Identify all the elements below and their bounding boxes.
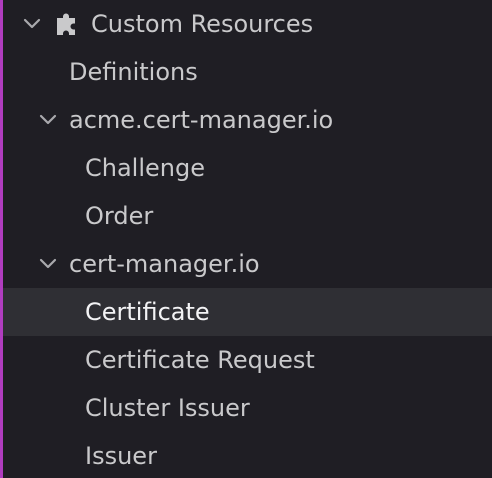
chevron-down-icon[interactable] <box>37 253 59 275</box>
tree-item-label: Definitions <box>69 58 198 86</box>
tree-item-custom-resources[interactable]: Custom Resources <box>3 0 492 48</box>
tree-item-order[interactable]: Order <box>3 192 492 240</box>
tree-item-definitions[interactable]: Definitions <box>3 48 492 96</box>
tree-item-cluster-issuer[interactable]: Cluster Issuer <box>3 384 492 432</box>
tree-item-challenge[interactable]: Challenge <box>3 144 492 192</box>
tree-item-label: Certificate Request <box>85 346 315 374</box>
tree-item-label: Cluster Issuer <box>85 394 250 422</box>
tree-item-label: Custom Resources <box>91 10 314 38</box>
puzzle-icon <box>57 13 75 35</box>
custom-resources-tree: Custom Resources Definitions acme.cert-m… <box>0 0 492 478</box>
tree-item-label: Certificate <box>85 298 210 326</box>
tree-item-issuer[interactable]: Issuer <box>3 432 492 478</box>
tree-group-label: acme.cert-manager.io <box>69 106 334 134</box>
tree-item-certificate[interactable]: Certificate <box>3 288 492 336</box>
tree-group-label: cert-manager.io <box>69 250 260 278</box>
tree-item-certificate-request[interactable]: Certificate Request <box>3 336 492 384</box>
tree-group-acme-cert-manager-io[interactable]: acme.cert-manager.io <box>3 96 492 144</box>
chevron-down-icon[interactable] <box>21 13 43 35</box>
tree-item-label: Issuer <box>85 442 157 470</box>
chevron-down-icon[interactable] <box>37 109 59 131</box>
tree-item-label: Order <box>85 202 154 230</box>
tree-group-cert-manager-io[interactable]: cert-manager.io <box>3 240 492 288</box>
tree-item-label: Challenge <box>85 154 205 182</box>
